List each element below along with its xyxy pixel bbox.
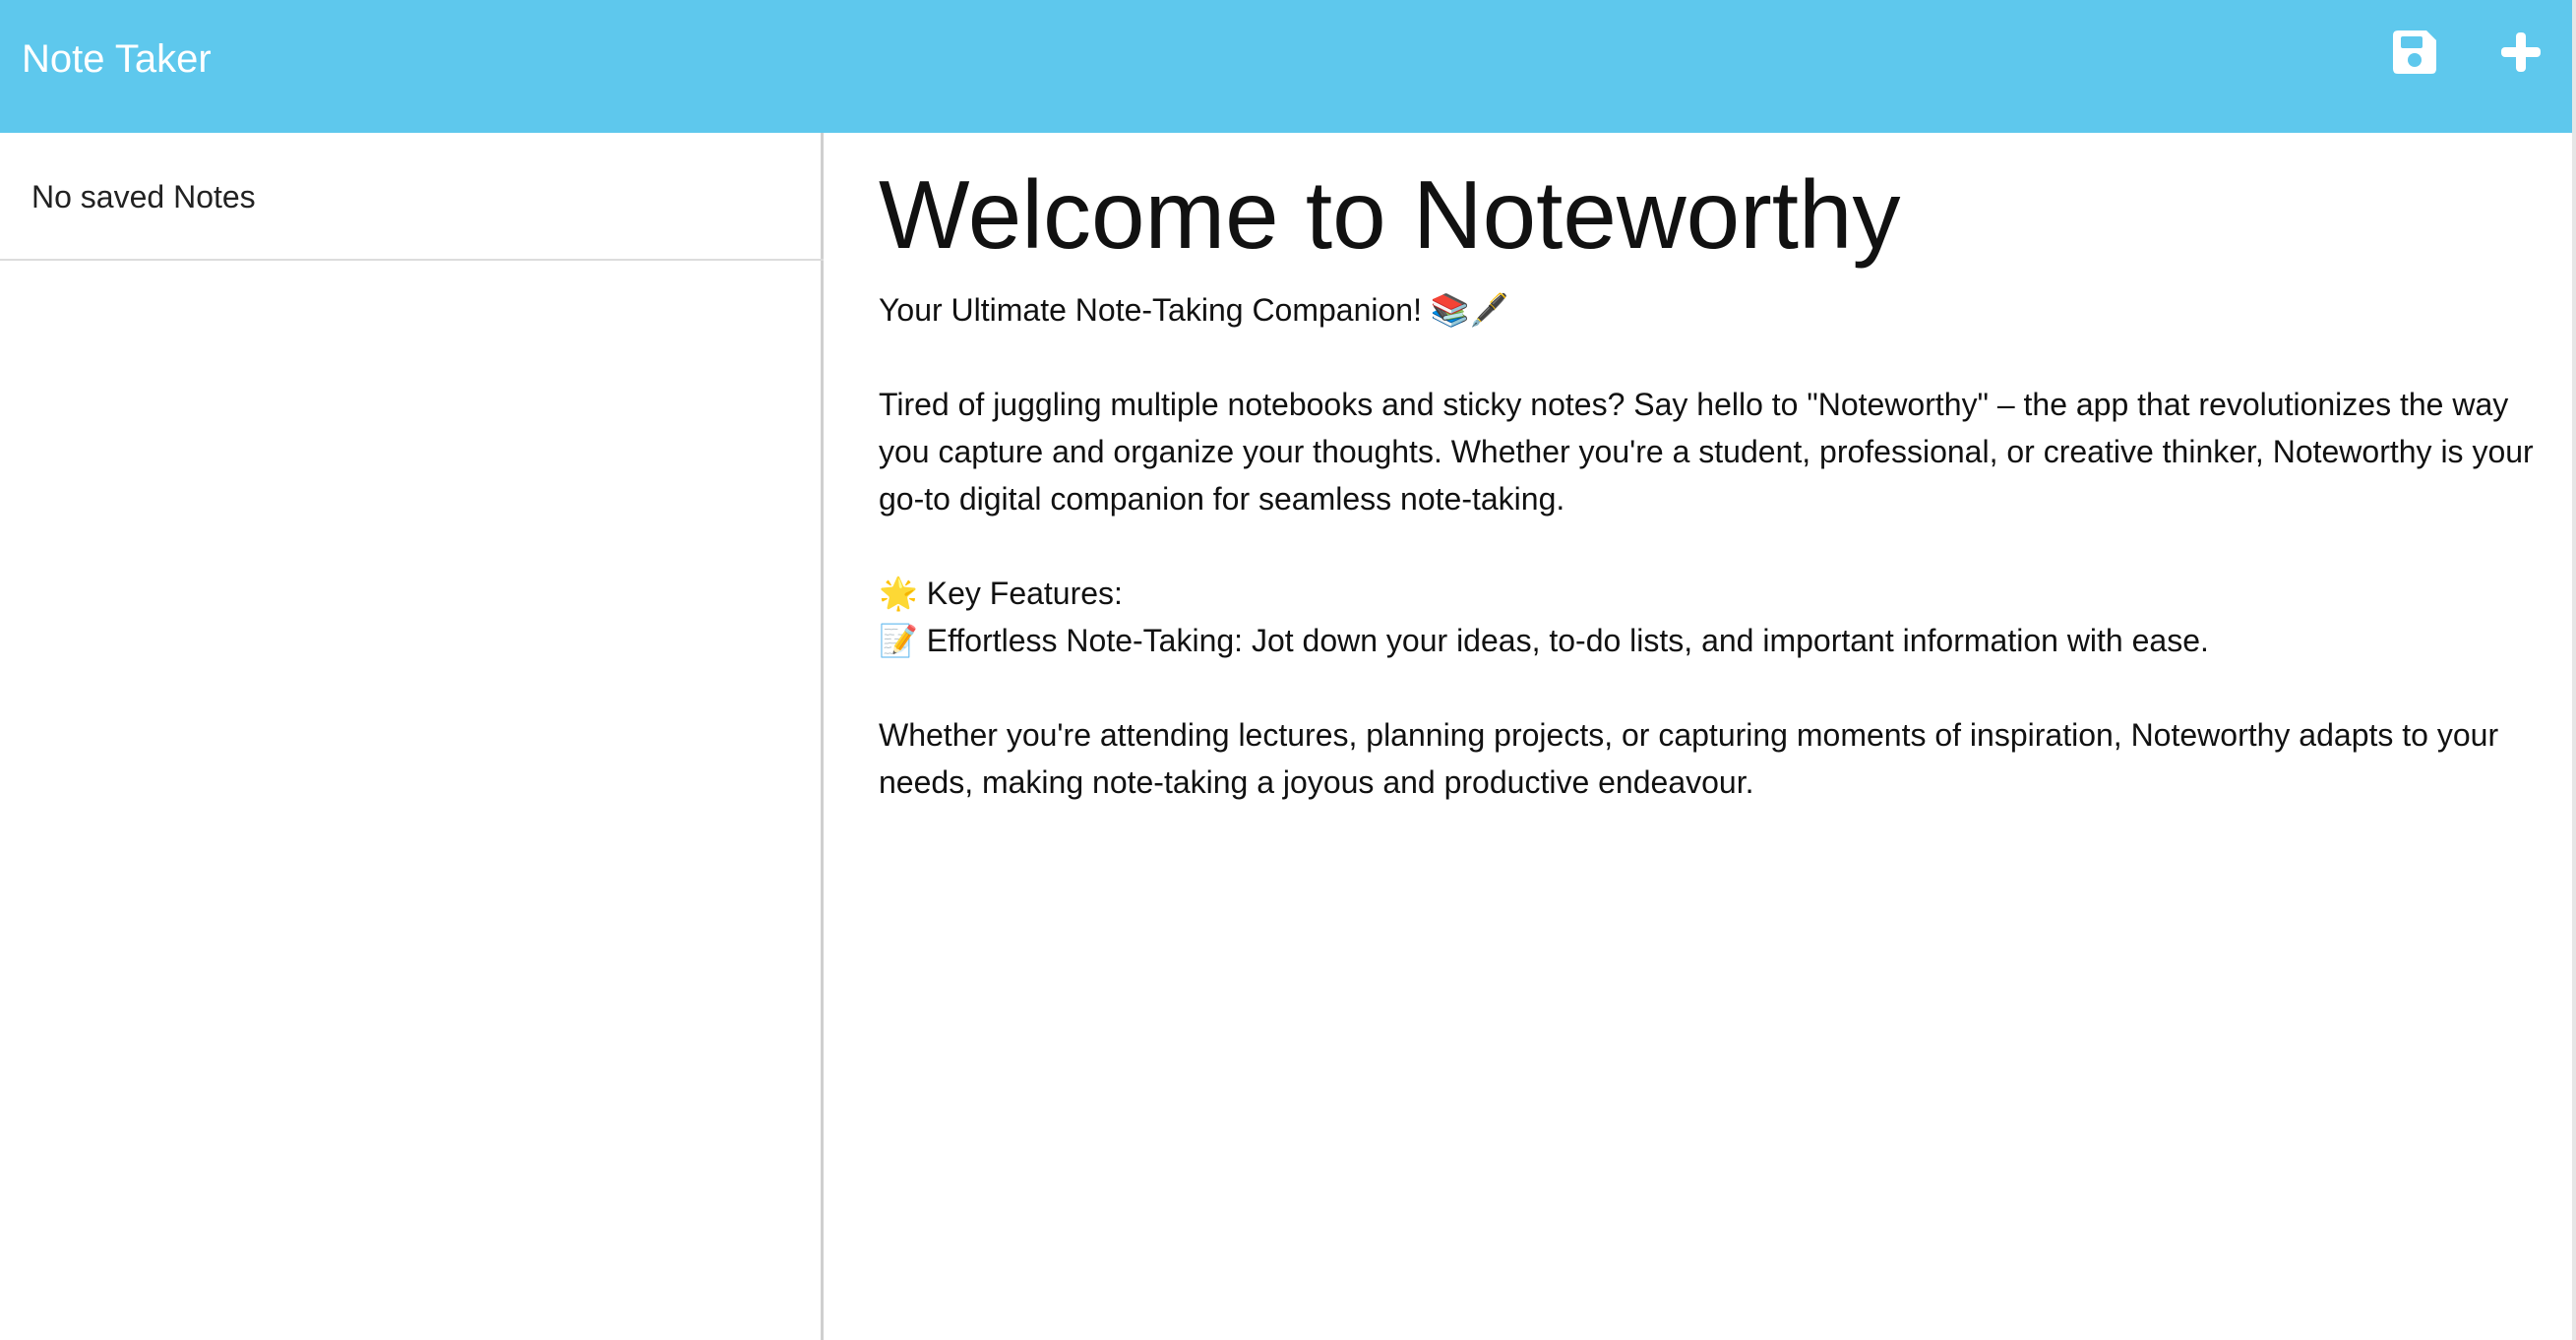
plus-icon	[2501, 32, 2541, 72]
new-note-button[interactable]	[2496, 28, 2545, 77]
list-item[interactable]: No saved Notes	[0, 133, 824, 261]
app-brand[interactable]: Note Taker	[22, 33, 212, 85]
note-line-closing: Whether you're attending lectures, plann…	[879, 717, 2499, 800]
no-notes-message: No saved Notes	[31, 179, 256, 214]
note-taker-app: Note Taker No saved Notes Welcome to Not…	[0, 0, 2576, 1340]
note-title[interactable]: Welcome to Noteworthy	[879, 156, 1900, 273]
note-line-intro: Tired of juggling multiple notebooks and…	[879, 387, 2534, 517]
notes-sidebar: No saved Notes	[0, 133, 824, 1340]
note-line-feature: 📝 Effortless Note-Taking: Jot down your …	[879, 623, 2209, 658]
top-navbar: Note Taker	[0, 0, 2576, 133]
window-edge	[2572, 0, 2576, 1340]
save-icon	[2393, 30, 2436, 74]
save-note-button[interactable]	[2390, 28, 2439, 77]
note-editor: Welcome to Noteworthy Your Ultimate Note…	[827, 133, 2572, 1340]
note-line-tagline: Your Ultimate Note-Taking Companion! 📚🖋️	[879, 292, 1509, 328]
note-line-features-heading: 🌟 Key Features:	[879, 576, 1123, 611]
note-text[interactable]: Your Ultimate Note-Taking Companion! 📚🖋️…	[879, 286, 2563, 806]
